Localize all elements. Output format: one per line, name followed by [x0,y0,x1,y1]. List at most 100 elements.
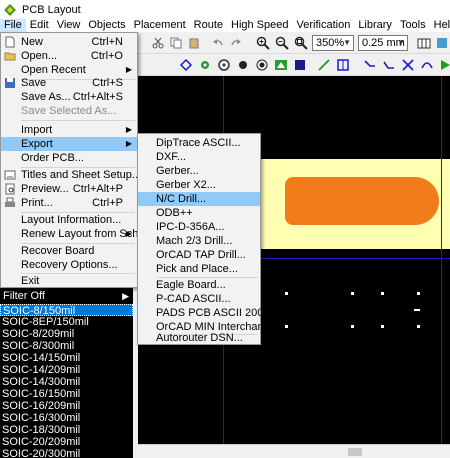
list-item[interactable]: SOIC-8/300mil [0,340,133,352]
list-item[interactable]: SOIC-16/209mil [0,400,133,412]
cut-icon[interactable] [150,35,166,51]
menu-item-print[interactable]: Print... Ctrl+P [1,196,137,210]
menu-item-save[interactable]: Save Ctrl+S [1,76,137,90]
zoom-in-icon[interactable] [255,35,271,51]
component-library-list[interactable]: SOIC-8/150mil SOIC-8EP/150mil SOIC-8/209… [0,304,133,458]
component-pin[interactable] [351,292,354,295]
menu-item-eagle-board[interactable]: Eagle Board... [138,278,260,292]
menu-item-preview[interactable]: Preview... Ctrl+Alt+P [1,182,137,196]
menu-item-import[interactable]: Import ▶ [1,123,137,137]
copper-pour-icon[interactable] [273,57,289,73]
place-pad-icon[interactable] [216,57,232,73]
menu-item-save-as[interactable]: Save As... Ctrl+Alt+S [1,90,137,104]
list-item[interactable]: SOIC-20/209mil [0,436,133,448]
list-item[interactable]: SOIC-8/150mil [0,304,133,317]
menu-item-mach-drill[interactable]: Mach 2/3 Drill... [138,234,260,248]
place-dot-icon[interactable] [254,57,270,73]
place-via-icon[interactable] [197,57,213,73]
menu-item-pcad-ascii[interactable]: P-CAD ASCII... [138,292,260,306]
list-item[interactable]: SOIC-14/150mil [0,352,133,364]
grid-toggle-icon[interactable] [416,35,432,51]
component-pin[interactable] [417,325,420,328]
filter-label: Filter Off [3,290,45,302]
menu-item-orcad-tap-drill[interactable]: OrCAD TAP Drill... [138,248,260,262]
title-bar: PCB Layout [0,0,450,19]
component-pin[interactable] [285,325,288,328]
copy-icon[interactable] [168,35,184,51]
menu-item-pads-pcb-ascii[interactable]: PADS PCB ASCII 2005... [138,306,279,320]
zoom-out-icon[interactable] [274,35,290,51]
menu-item-diptrace-ascii[interactable]: DipTrace ASCII... [138,136,260,150]
list-item[interactable]: SOIC-16/150mil [0,388,133,400]
component-pin[interactable] [417,292,420,295]
route-manual-icon[interactable] [362,57,378,73]
board-outline-icon[interactable] [335,57,351,73]
list-item[interactable]: SOIC-14/209mil [0,364,133,376]
fill-icon[interactable] [292,57,308,73]
menu-item-layout-information[interactable]: Layout Information... [1,213,137,227]
redo-icon[interactable] [228,35,244,51]
menu-item-recovery-options[interactable]: Recovery Options... [1,258,137,272]
scrollbar-thumb[interactable] [348,448,362,456]
list-item[interactable]: SOIC-8EP/150mil [0,316,133,328]
menu-item-order-pcb[interactable]: Order PCB... [1,151,137,165]
grid-size-combo[interactable]: 0.25 mm ▼ [358,35,408,51]
list-item[interactable]: SOIC-18/300mil [0,424,133,436]
horizontal-scrollbar[interactable] [138,444,450,458]
menu-route[interactable]: Route [190,19,227,32]
route-arc-icon[interactable] [419,57,435,73]
component-pin[interactable] [381,325,384,328]
menu-item-export[interactable]: Export ▶ [1,137,137,151]
list-item[interactable]: SOIC-8/209mil [0,328,133,340]
menu-item-titles-setup[interactable]: Titles and Sheet Setup... [1,168,141,182]
menu-library[interactable]: Library [354,19,396,32]
menu-placement[interactable]: Placement [130,19,190,32]
menu-item-gerber-x2[interactable]: Gerber X2... [138,178,260,192]
component-pin[interactable] [381,292,384,295]
menu-item-renew-layout[interactable]: Renew Layout from Schematic ▶ [1,227,171,241]
export-submenu: DipTrace ASCII... DXF... Gerber... Gerbe… [137,133,285,345]
menu-item-gerber[interactable]: Gerber... [138,164,260,178]
menu-verification[interactable]: Verification [293,19,355,32]
chevron-right-icon[interactable]: ▶ [122,288,129,304]
undo-icon[interactable] [210,35,226,51]
menu-item-new[interactable]: New Ctrl+N [1,35,137,49]
menu-item-autorouter-dsn[interactable]: Autorouter DSN... [138,331,260,345]
place-hole-icon[interactable] [235,57,251,73]
menu-item-open[interactable]: Open... Ctrl+O [1,49,137,63]
library-filter[interactable]: Filter Off ▶ [0,288,133,304]
menu-file[interactable]: File [0,19,26,32]
menu-item-pick-and-place[interactable]: Pick and Place... [138,262,260,276]
menu-item-open-recent[interactable]: Open Recent ▶ [1,63,137,77]
zoom-fit-icon[interactable] [293,35,309,51]
menu-item-exit[interactable]: Exit [1,274,137,288]
menu-help[interactable]: Help [430,19,450,32]
menu-separator [21,120,135,121]
menu-item-nc-drill[interactable]: N/C Drill... [138,192,260,206]
orange-pad[interactable] [285,177,439,225]
menu-view[interactable]: View [53,19,85,32]
layer-icon[interactable] [434,35,450,51]
line-tool-icon[interactable] [316,57,332,73]
menu-objects[interactable]: Objects [84,19,129,32]
menu-item-ipc-d-356a[interactable]: IPC-D-356A... [138,220,260,234]
list-item[interactable]: SOIC-14/300mil [0,376,133,388]
run-autorouter-icon[interactable] [437,57,450,73]
route-trace-icon[interactable] [381,57,397,73]
zoom-combo[interactable]: 350% ▼ [312,35,354,51]
paste-icon[interactable] [186,35,202,51]
menu-tools[interactable]: Tools [396,19,430,32]
component-pin[interactable] [285,292,288,295]
list-item[interactable]: SOIC-20/300mil [0,448,133,458]
list-item[interactable]: SOIC-16/300mil [0,412,133,424]
submenu-arrow-icon: ▶ [125,125,132,134]
menu-item-odb[interactable]: ODB++ [138,206,260,220]
component-pin[interactable] [351,325,354,328]
menu-high-speed[interactable]: High Speed [227,19,293,32]
menu-edit[interactable]: Edit [26,19,53,32]
menu-bar: File Edit View Objects Placement Route H… [0,19,450,32]
select-tool-icon[interactable] [178,57,194,73]
menu-item-recover-board[interactable]: Recover Board [1,244,137,258]
route-cross-icon[interactable] [400,57,416,73]
menu-item-dxf[interactable]: DXF... [138,150,260,164]
